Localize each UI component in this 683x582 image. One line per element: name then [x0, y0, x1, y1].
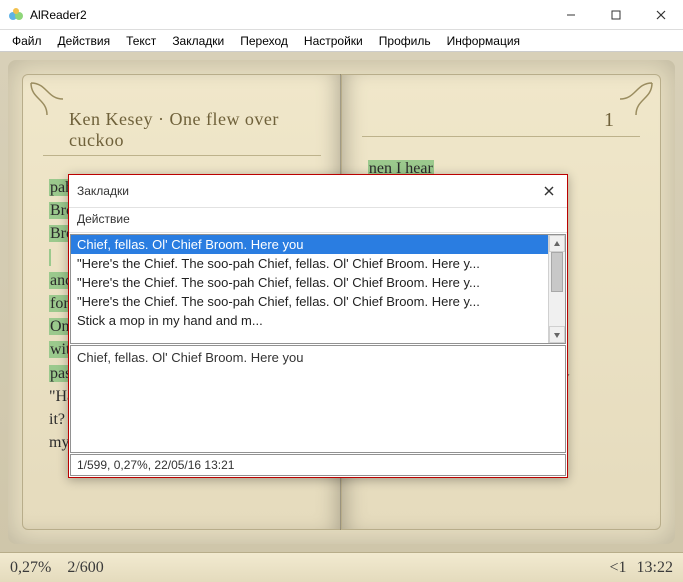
menubar: Файл Действия Текст Закладки Переход Нас…	[0, 30, 683, 52]
bookmarks-list-item[interactable]: "Here's the Chief. The soo-pah Chief, fe…	[71, 254, 548, 273]
book-title: Ken Kesey · One flew over cuckoo	[69, 109, 295, 151]
bookmarks-list-item[interactable]: "Here's the Chief. The soo-pah Chief, fe…	[71, 292, 548, 311]
page-header-left: Ken Kesey · One flew over cuckoo	[43, 75, 321, 156]
bookmarks-list: Chief, fellas. Ol' Chief Broom. Here you…	[70, 234, 566, 344]
chapter-indicator: <1	[610, 559, 627, 577]
bookmarks-action-label: Действие	[77, 212, 130, 226]
status-page: 2/600	[67, 559, 103, 576]
bookmarks-close-button[interactable]	[539, 181, 559, 201]
app-icon	[8, 7, 24, 23]
bookmarks-action-menu[interactable]: Действие	[69, 208, 567, 233]
bookmarks-list-item[interactable]: Chief, fellas. Ol' Chief Broom. Here you	[71, 235, 548, 254]
bookmarks-dialog-title: Закладки	[77, 184, 129, 198]
bookmarks-preview: Chief, fellas. Ol' Chief Broom. Here you	[70, 345, 566, 453]
scroll-thumb[interactable]	[551, 252, 563, 292]
status-percent: 0,27%	[10, 559, 51, 576]
menu-goto[interactable]: Переход	[232, 32, 296, 50]
bookmarks-scrollbar[interactable]	[548, 235, 565, 343]
bookmarks-status: 1/599, 0,27%, 22/05/16 13:21	[70, 454, 566, 476]
menu-bookmarks[interactable]: Закладки	[164, 32, 232, 50]
maximize-button[interactable]	[593, 0, 638, 29]
page-number: 1	[604, 109, 614, 132]
reader-area: Ken Kesey · One flew over cuckoo pahBroB…	[0, 52, 683, 552]
menu-actions[interactable]: Действия	[50, 32, 119, 50]
menu-profile[interactable]: Профиль	[371, 32, 439, 50]
close-button[interactable]	[638, 0, 683, 29]
page-header-right: 1	[362, 75, 640, 137]
statusbar: 0,27% 2/600 <1 13:22	[0, 552, 683, 582]
menu-info[interactable]: Информация	[439, 32, 528, 50]
scroll-up-button[interactable]	[549, 235, 565, 252]
status-clock: 13:22	[637, 559, 673, 577]
chapter-label: <1	[610, 559, 627, 577]
menu-settings[interactable]: Настройки	[296, 32, 371, 50]
window-title: AlReader2	[30, 8, 87, 22]
bookmarks-list-item[interactable]: Stick a mop in my hand and m...	[71, 311, 548, 330]
window-titlebar: AlReader2	[0, 0, 683, 30]
bookmarks-dialog-header[interactable]: Закладки	[69, 175, 567, 208]
minimize-button[interactable]	[548, 0, 593, 29]
bookmarks-dialog: Закладки Действие Chief, fellas. Ol' Chi…	[68, 174, 568, 478]
scroll-down-button[interactable]	[549, 326, 565, 343]
ornament-icon	[29, 81, 65, 117]
menu-file[interactable]: Файл	[4, 32, 50, 50]
menu-text[interactable]: Текст	[118, 32, 164, 50]
bookmarks-list-item[interactable]: "Here's the Chief. The soo-pah Chief, fe…	[71, 273, 548, 292]
ornament-icon	[618, 81, 654, 117]
